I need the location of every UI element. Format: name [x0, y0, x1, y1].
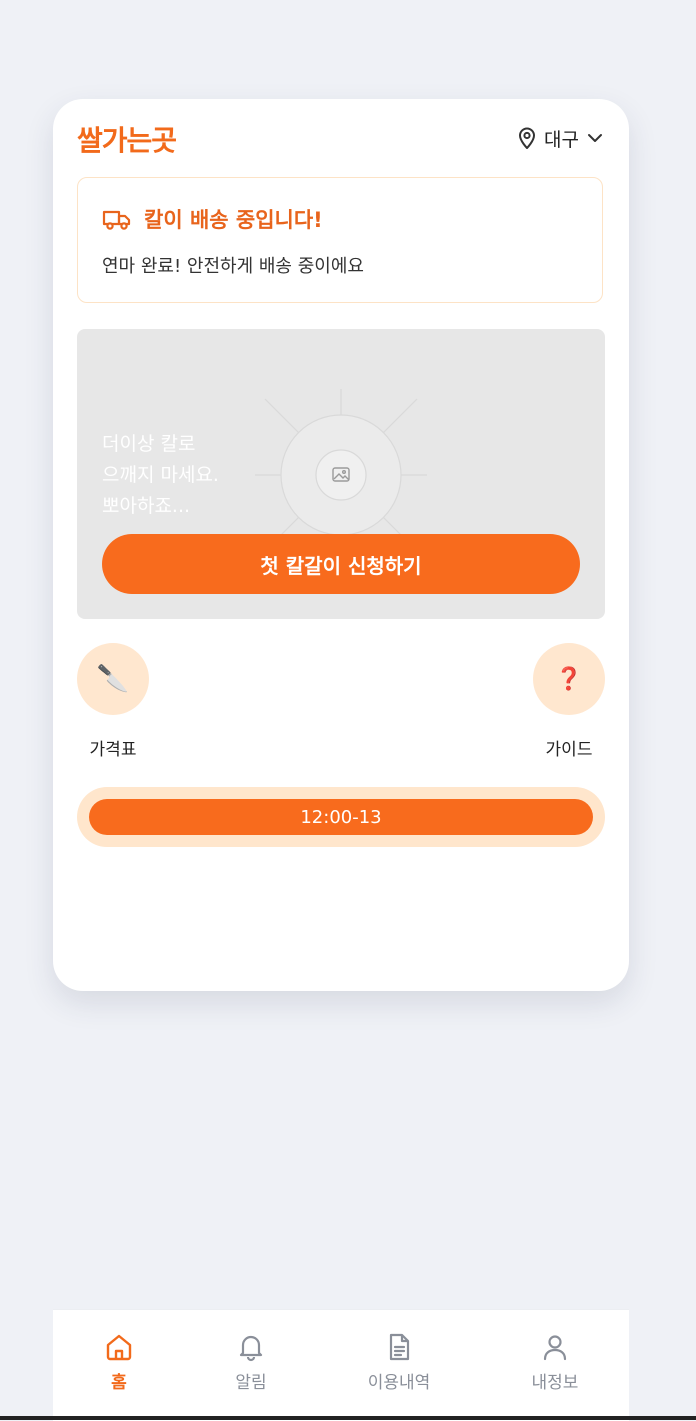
- time-slot-pill: 12:00-13: [77, 787, 605, 847]
- truck-icon: [102, 210, 131, 230]
- user-icon: [543, 1335, 567, 1361]
- nav-label: 내정보: [531, 1373, 579, 1393]
- nav-history[interactable]: 이용내역: [349, 1332, 449, 1393]
- header: 쌀가는곳 대구: [77, 117, 605, 159]
- home-indicator: [0, 1416, 696, 1420]
- nav-label: 홈: [111, 1373, 127, 1393]
- quick-menu-label: 가이드: [545, 740, 593, 760]
- quick-menu-label: 가격표: [89, 740, 137, 760]
- hero-text: 더이상 칼로 으깨지 마세요. 뽀아하죠...: [102, 433, 219, 517]
- quick-menu-guide[interactable]: ❓ 가이드: [533, 643, 605, 760]
- first-sharpening-request-button[interactable]: 첫 칼갈이 신청하기: [102, 534, 580, 594]
- map-pin-icon: [519, 127, 536, 149]
- bell-icon: [239, 1335, 263, 1362]
- app-logo: 쌀가는곳: [77, 124, 177, 157]
- home-icon: [106, 1334, 132, 1361]
- nav-home[interactable]: 홈: [69, 1332, 169, 1393]
- document-icon: [389, 1333, 410, 1361]
- time-slot-button[interactable]: 12:00-13: [89, 799, 593, 835]
- nav-notifications[interactable]: 알림: [201, 1332, 301, 1393]
- nav-profile[interactable]: 내정보: [505, 1332, 605, 1393]
- question-icon: ❓: [555, 666, 583, 692]
- delivery-status-banner[interactable]: 칼이 배송 중입니다! 연마 완료! 안전하게 배송 중이에요: [77, 177, 603, 303]
- chevron-down-icon: [588, 134, 602, 142]
- hero-banner: 더이상 칼로 으깨지 마세요. 뽀아하죠... 첫 칼갈이 신청하기: [77, 329, 605, 619]
- location-label: 대구: [544, 128, 579, 151]
- nav-label: 알림: [235, 1373, 267, 1393]
- knife-icon: 🔪: [96, 664, 130, 694]
- bottom-navigation: 홈 알림 이용내역 내정보: [53, 1309, 629, 1421]
- banner-title: 칼이 배송 중입니다!: [144, 208, 323, 232]
- nav-label: 이용내역: [367, 1373, 431, 1393]
- banner-subtitle: 연마 완료! 안전하게 배송 중이에요: [102, 256, 364, 277]
- location-selector[interactable]: 대구: [516, 123, 605, 153]
- main-card: 쌀가는곳 대구 칼이 배송 중입니다! 연마 완료! 안전하게 배송 중이에요: [53, 99, 629, 991]
- quick-menu-price-list[interactable]: 🔪 가격표: [77, 643, 149, 760]
